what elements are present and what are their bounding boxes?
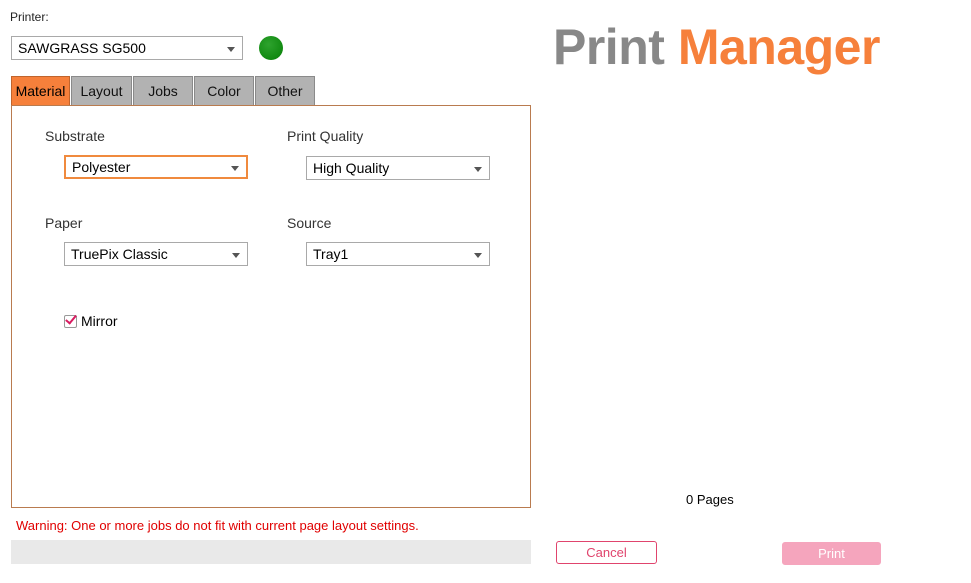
chevron-down-icon <box>474 167 482 172</box>
page-count: 0 Pages <box>686 492 734 507</box>
mirror-option[interactable]: Mirror <box>64 313 118 329</box>
brand-logo: Print Manager <box>553 22 880 72</box>
tab-jobs[interactable]: Jobs <box>133 76 193 106</box>
printer-select-value: SAWGRASS SG500 <box>18 40 146 56</box>
cancel-button[interactable]: Cancel <box>556 541 657 564</box>
tab-bar: Material Layout Jobs Color Other <box>11 76 316 106</box>
print-button[interactable]: Print <box>782 542 881 565</box>
printer-status-indicator <box>259 36 283 60</box>
paper-select[interactable]: TruePix Classic <box>64 242 248 266</box>
substrate-select[interactable]: Polyester <box>64 155 248 179</box>
tab-layout[interactable]: Layout <box>71 76 132 106</box>
layout-warning: Warning: One or more jobs do not fit wit… <box>16 518 419 533</box>
print-quality-label: Print Quality <box>287 128 364 144</box>
mirror-checkbox[interactable] <box>64 314 77 328</box>
brand-word-manager: Manager <box>677 19 881 75</box>
source-label: Source <box>287 215 332 231</box>
paper-select-value: TruePix Classic <box>71 246 168 262</box>
substrate-select-value: Polyester <box>72 159 131 175</box>
chevron-down-icon <box>232 253 240 258</box>
printer-select[interactable]: SAWGRASS SG500 <box>11 36 243 60</box>
mirror-label: Mirror <box>81 313 118 329</box>
chevron-down-icon <box>227 47 235 52</box>
source-select-value: Tray1 <box>313 246 349 262</box>
chevron-down-icon <box>474 253 482 258</box>
printer-label: Printer: <box>10 10 49 24</box>
print-quality-select-value: High Quality <box>313 160 390 176</box>
progress-bar <box>11 540 531 564</box>
substrate-label: Substrate <box>45 128 105 144</box>
paper-label: Paper <box>45 215 83 231</box>
print-quality-select[interactable]: High Quality <box>306 156 490 180</box>
source-select[interactable]: Tray1 <box>306 242 490 266</box>
brand-word-print: Print <box>553 19 665 75</box>
tab-other[interactable]: Other <box>255 76 315 106</box>
chevron-down-icon <box>231 166 239 171</box>
tab-material[interactable]: Material <box>11 76 70 106</box>
tab-color[interactable]: Color <box>194 76 254 106</box>
